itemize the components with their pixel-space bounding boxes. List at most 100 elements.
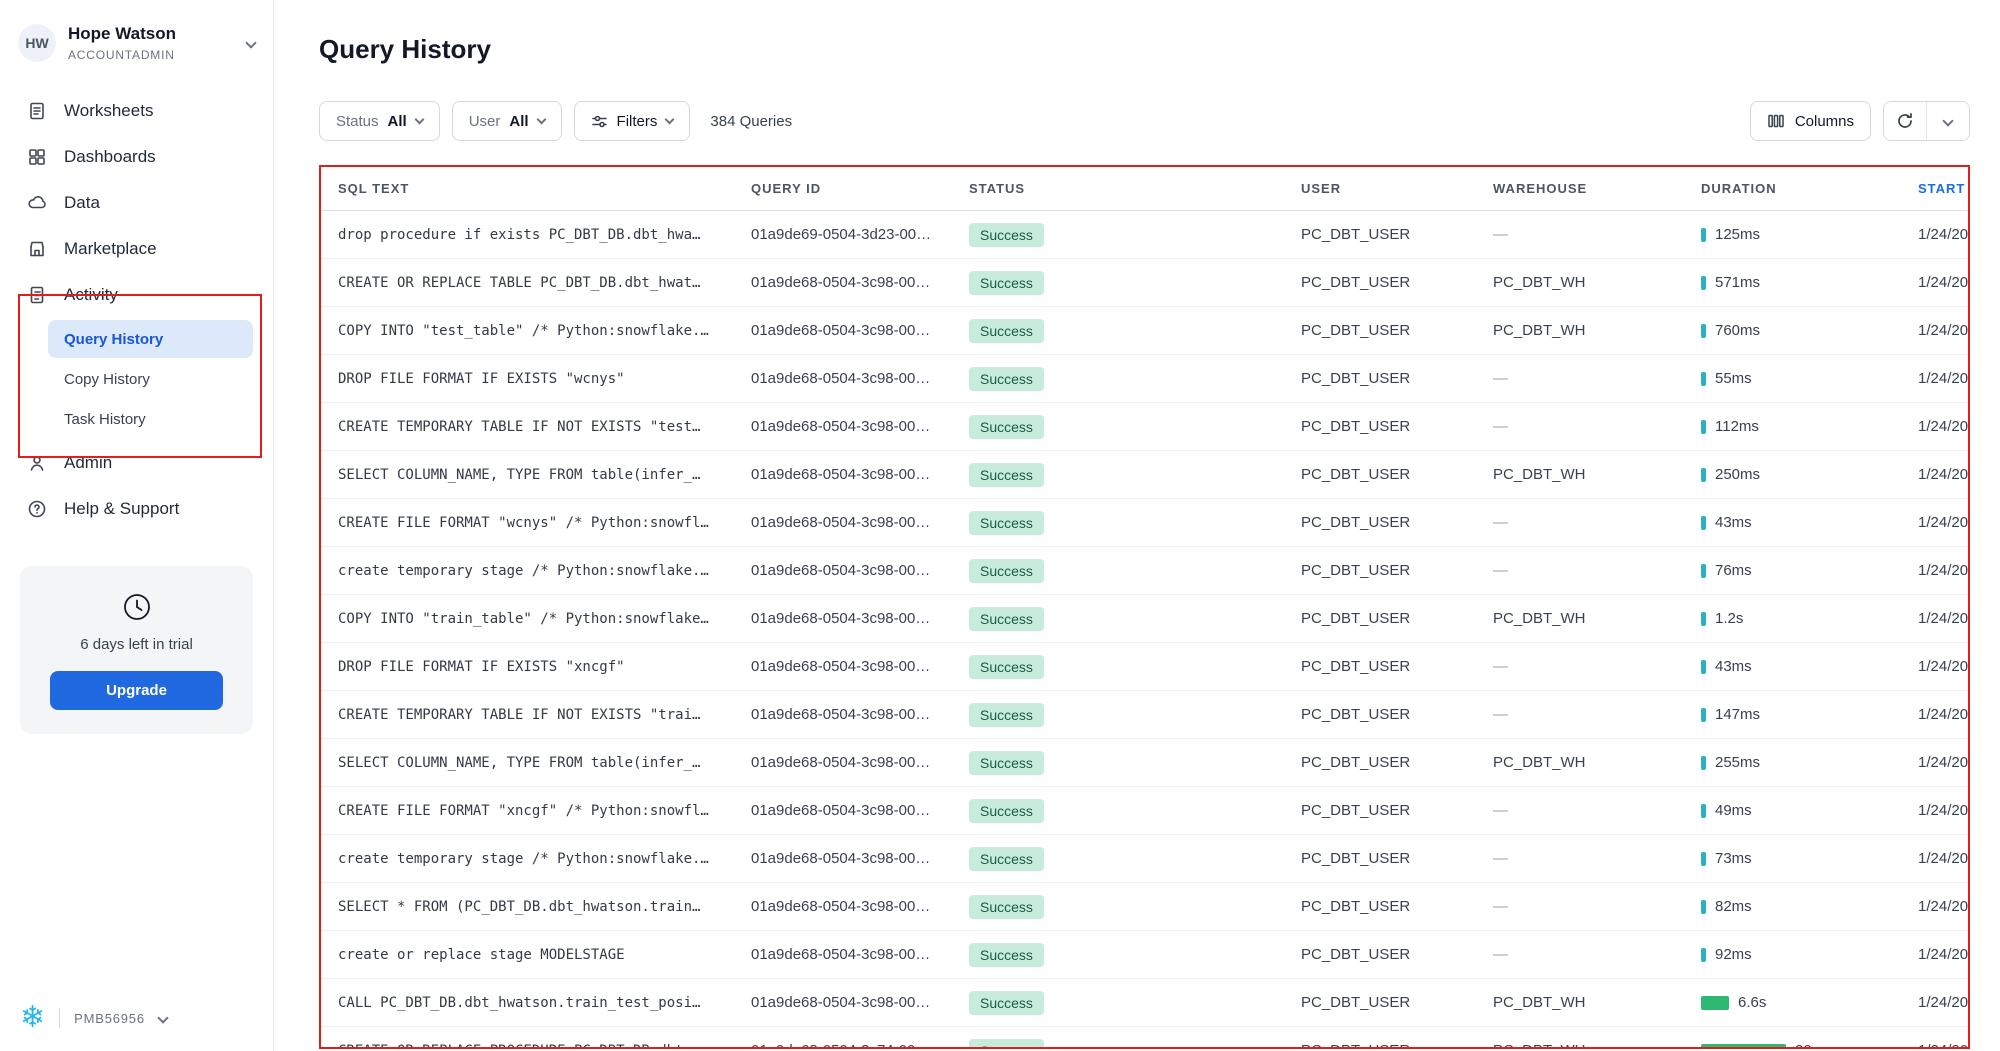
duration-bar xyxy=(1701,948,1706,962)
duration-cell: 147ms xyxy=(1701,706,1918,723)
query-id-cell: 01a9de68-0504-3c98-00… xyxy=(751,850,969,867)
marketplace-icon xyxy=(26,238,48,260)
sql-text-cell: SELECT COLUMN_NAME, TYPE FROM table(infe… xyxy=(338,467,751,483)
sql-text-cell: CREATE FILE FORMAT "xncgf" /* Python:sno… xyxy=(338,803,751,819)
duration-bar xyxy=(1701,564,1706,578)
warehouse-cell: — xyxy=(1493,850,1701,867)
status-badge: Success xyxy=(969,367,1044,391)
sidebar-item-activity[interactable]: Activity xyxy=(0,272,273,318)
table-row[interactable]: create or replace stage MODELSTAGE 01a9d… xyxy=(321,931,1968,979)
table-row[interactable]: COPY INTO "test_table" /* Python:snowfla… xyxy=(321,307,1968,355)
sql-text-cell: create or replace stage MODELSTAGE xyxy=(338,947,751,963)
user-cell: PC_DBT_USER xyxy=(1301,370,1493,387)
column-header-warehouse[interactable]: WAREHOUSE xyxy=(1493,181,1701,196)
sidebar-item-help-support[interactable]: Help & Support xyxy=(0,486,273,532)
duration-text: 20s xyxy=(1795,1042,1819,1049)
status-cell: Success xyxy=(969,415,1301,439)
table-row[interactable]: create temporary stage /* Python:snowfla… xyxy=(321,547,1968,595)
duration-cell: 73ms xyxy=(1701,850,1918,867)
table-row[interactable]: drop procedure if exists PC_DBT_DB.dbt_h… xyxy=(321,211,1968,259)
column-header-user[interactable]: USER xyxy=(1301,181,1493,196)
table-row[interactable]: SELECT COLUMN_NAME, TYPE FROM table(infe… xyxy=(321,451,1968,499)
table-row[interactable]: CREATE TEMPORARY TABLE IF NOT EXISTS "tr… xyxy=(321,691,1968,739)
warehouse-cell: PC_DBT_WH xyxy=(1493,754,1701,771)
duration-text: 6.6s xyxy=(1738,994,1766,1011)
sidebar-subitem-task-history[interactable]: Task History xyxy=(48,400,253,438)
start-time-cell: 1/24/20 xyxy=(1918,898,1968,915)
user-cell: PC_DBT_USER xyxy=(1301,562,1493,579)
table-row[interactable]: SELECT * FROM (PC_DBT_DB.dbt_hwatson.tra… xyxy=(321,883,1968,931)
sql-text-cell: create temporary stage /* Python:snowfla… xyxy=(338,851,751,867)
table-row[interactable]: CREATE FILE FORMAT "wcnys" /* Python:sno… xyxy=(321,499,1968,547)
duration-bar xyxy=(1701,468,1706,482)
status-badge: Success xyxy=(969,463,1044,487)
column-header-status[interactable]: STATUS xyxy=(969,181,1301,196)
sql-text-cell: COPY INTO "test_table" /* Python:snowfla… xyxy=(338,323,751,339)
query-id-cell: 01a9de69-0504-3d23-00… xyxy=(751,226,969,243)
upgrade-button[interactable]: Upgrade xyxy=(50,671,223,710)
table-row[interactable]: SELECT COLUMN_NAME, TYPE FROM table(infe… xyxy=(321,739,1968,787)
status-filter-button[interactable]: Status All xyxy=(319,101,440,141)
sql-text-cell: CALL PC_DBT_DB.dbt_hwatson.train_test_po… xyxy=(338,995,751,1011)
refresh-options-button[interactable] xyxy=(1927,102,1969,140)
status-cell: Success xyxy=(969,223,1301,247)
status-badge: Success xyxy=(969,847,1044,871)
table-row[interactable]: CREATE TEMPORARY TABLE IF NOT EXISTS "te… xyxy=(321,403,1968,451)
sidebar-item-dashboards[interactable]: Dashboards xyxy=(0,134,273,180)
avatar: HW xyxy=(18,24,56,62)
column-header-duration[interactable]: DURATION xyxy=(1701,181,1918,196)
refresh-button[interactable] xyxy=(1884,102,1926,140)
snowflake-logo-icon[interactable]: ❄ xyxy=(20,1003,45,1033)
column-header-sql-text[interactable]: SQL TEXT xyxy=(338,181,751,196)
sidebar-item-label: Admin xyxy=(64,453,112,473)
warehouse-cell: — xyxy=(1493,946,1701,963)
query-id-cell: 01a9de68-0504-3c98-00… xyxy=(751,418,969,435)
sidebar-item-worksheets[interactable]: Worksheets xyxy=(0,88,273,134)
sidebar-subitem-query-history[interactable]: Query History xyxy=(48,320,253,358)
sidebar-item-data[interactable]: Data xyxy=(0,180,273,226)
chevron-down-icon xyxy=(536,115,546,125)
table-row[interactable]: CREATE OR REPLACE PROCEDURE PC_DBT_DB.db… xyxy=(321,1027,1968,1049)
user-cell: PC_DBT_USER xyxy=(1301,610,1493,627)
query-history-table: SQL TEXT QUERY ID STATUS USER WAREHOUSE … xyxy=(319,165,1970,1049)
query-id-cell: 01a9de68-0504-3c98-00… xyxy=(751,274,969,291)
start-time-cell: 1/24/20 xyxy=(1918,1042,1968,1049)
column-header-start-time[interactable]: START TIME xyxy=(1918,181,1968,196)
columns-button[interactable]: Columns xyxy=(1750,101,1871,141)
status-badge: Success xyxy=(969,1039,1044,1050)
duration-cell: 55ms xyxy=(1701,370,1918,387)
status-badge: Success xyxy=(969,223,1044,247)
query-id-cell: 01a9de68-0504-3c98-00… xyxy=(751,754,969,771)
activity-icon xyxy=(26,284,48,306)
status-badge: Success xyxy=(969,991,1044,1015)
account-menu[interactable]: HW Hope Watson ACCOUNTADMIN xyxy=(0,0,273,62)
table-row[interactable]: CREATE OR REPLACE TABLE PC_DBT_DB.dbt_hw… xyxy=(321,259,1968,307)
status-cell: Success xyxy=(969,367,1301,391)
table-row[interactable]: CALL PC_DBT_DB.dbt_hwatson.train_test_po… xyxy=(321,979,1968,1027)
table-row[interactable]: create temporary stage /* Python:snowfla… xyxy=(321,835,1968,883)
status-cell: Success xyxy=(969,943,1301,967)
sql-text-cell: drop procedure if exists PC_DBT_DB.dbt_h… xyxy=(338,227,751,243)
filters-icon xyxy=(591,113,608,130)
sidebar-subitem-copy-history[interactable]: Copy History xyxy=(48,360,253,398)
sidebar-item-label: Help & Support xyxy=(64,499,179,519)
status-cell: Success xyxy=(969,271,1301,295)
column-header-query-id[interactable]: QUERY ID xyxy=(751,181,969,196)
sidebar-nav: Worksheets Dashboards Data Marketplace xyxy=(0,88,273,532)
sql-text-cell: DROP FILE FORMAT IF EXISTS "wcnys" xyxy=(338,371,751,387)
start-time-cell: 1/24/20 xyxy=(1918,994,1968,1011)
user-filter-button[interactable]: User All xyxy=(452,101,562,141)
chevron-down-icon[interactable] xyxy=(157,1012,168,1023)
user-cell: PC_DBT_USER xyxy=(1301,754,1493,771)
status-badge: Success xyxy=(969,895,1044,919)
table-row[interactable]: COPY INTO "train_table" /* Python:snowfl… xyxy=(321,595,1968,643)
sidebar-item-marketplace[interactable]: Marketplace xyxy=(0,226,273,272)
table-row[interactable]: DROP FILE FORMAT IF EXISTS "xncgf" 01a9d… xyxy=(321,643,1968,691)
user-cell: PC_DBT_USER xyxy=(1301,706,1493,723)
filters-button[interactable]: Filters xyxy=(574,101,691,141)
duration-cell: 1.2s xyxy=(1701,610,1918,627)
dashboard-icon xyxy=(26,146,48,168)
sidebar-item-admin[interactable]: Admin xyxy=(0,440,273,486)
table-row[interactable]: DROP FILE FORMAT IF EXISTS "wcnys" 01a9d… xyxy=(321,355,1968,403)
table-row[interactable]: CREATE FILE FORMAT "xncgf" /* Python:sno… xyxy=(321,787,1968,835)
